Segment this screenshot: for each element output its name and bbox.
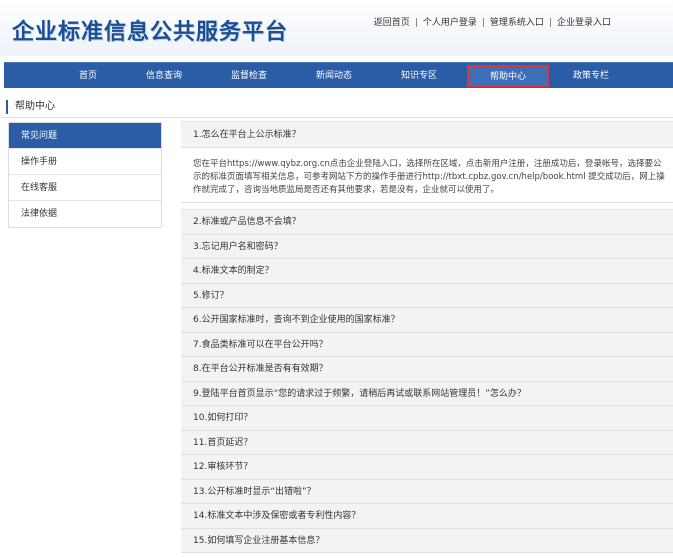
faq-spacer: [181, 203, 673, 210]
faq-answer: 您在平台https://www.qybz.org.cn点击企业登陆入口，选择所在…: [181, 148, 673, 203]
faq-question[interactable]: 9.登陆平台首页显示“您的请求过于频繁，请稍后再试或联系网站管理员！”怎么办？: [181, 381, 673, 406]
top-links: 返回首页 | 个人用户登录 | 管理系统入口 | 企业登录入口: [374, 15, 611, 28]
nav-supervision[interactable]: 监督检查: [222, 63, 276, 89]
faq-question[interactable]: 7.食品类标准可以在平台公开吗？: [181, 332, 673, 357]
nav-policy[interactable]: 政策专栏: [564, 63, 618, 89]
page-title: 帮助中心: [6, 100, 55, 114]
site-header: 企业标准信息公共服务平台 返回首页 | 个人用户登录 | 管理系统入口 | 企业登录入口: [0, 0, 673, 56]
sidebar-item-online-service[interactable]: 在线客服: [9, 175, 161, 201]
nav-news[interactable]: 新闻动态: [307, 63, 361, 89]
title-divider: [0, 117, 673, 118]
faq-question[interactable]: 2.标准或产品信息不会填？: [181, 210, 673, 235]
faq-question[interactable]: 1.怎么在平台上公示标准？: [181, 122, 673, 148]
faq-question[interactable]: 8.在平台公开标准是否有有效期？: [181, 357, 673, 382]
sidebar-item-manual[interactable]: 操作手册: [9, 149, 161, 175]
faq-question[interactable]: 13.公开标准时显示“出错啦”？: [181, 479, 673, 504]
sidebar: 常见问题 操作手册 在线客服 法律依据: [8, 122, 162, 228]
faq-question[interactable]: 6.公开国家标准时，查询不到企业使用的国家标准？: [181, 308, 673, 333]
sidebar-item-faq[interactable]: 常见问题: [9, 123, 161, 149]
faq-question[interactable]: 14.标准文本中涉及保密或者专利性内容？: [181, 504, 673, 529]
top-link-enterprise-login[interactable]: 企业登录入口: [557, 18, 611, 28]
nav-knowledge[interactable]: 知识专区: [392, 63, 446, 89]
faq-question[interactable]: 3.忘记用户名和密码？: [181, 234, 673, 259]
separator: |: [481, 18, 485, 28]
faq-question[interactable]: 12.审核环节？: [181, 455, 673, 480]
faq-question[interactable]: 11.首页延迟？: [181, 430, 673, 455]
separator: |: [414, 18, 418, 28]
top-link-personal-login[interactable]: 个人用户登录: [423, 18, 477, 28]
nav-home[interactable]: 首页: [66, 63, 110, 89]
site-logo[interactable]: 企业标准信息公共服务平台: [12, 14, 288, 46]
faq-question[interactable]: 5.修订？: [181, 283, 673, 308]
top-link-admin-entry[interactable]: 管理系统入口: [490, 18, 544, 28]
nav-help-center[interactable]: 帮助中心: [467, 65, 549, 87]
separator: |: [548, 18, 552, 28]
sidebar-item-legal-basis[interactable]: 法律依据: [9, 201, 161, 227]
nav-info-query[interactable]: 信息查询: [137, 63, 191, 89]
faq-question[interactable]: 15.如何填写企业注册基本信息？: [181, 528, 673, 553]
faq-question[interactable]: 10.如何打印？: [181, 406, 673, 431]
main-nav: 首页 信息查询 监督检查 新闻动态 知识专区 帮助中心 政策专栏: [4, 62, 673, 88]
faq-list: 1.怎么在平台上公示标准？ 您在平台https://www.qybz.org.c…: [181, 121, 673, 553]
top-link-home[interactable]: 返回首页: [374, 18, 410, 28]
faq-question[interactable]: 4.标准文本的制定？: [181, 259, 673, 284]
